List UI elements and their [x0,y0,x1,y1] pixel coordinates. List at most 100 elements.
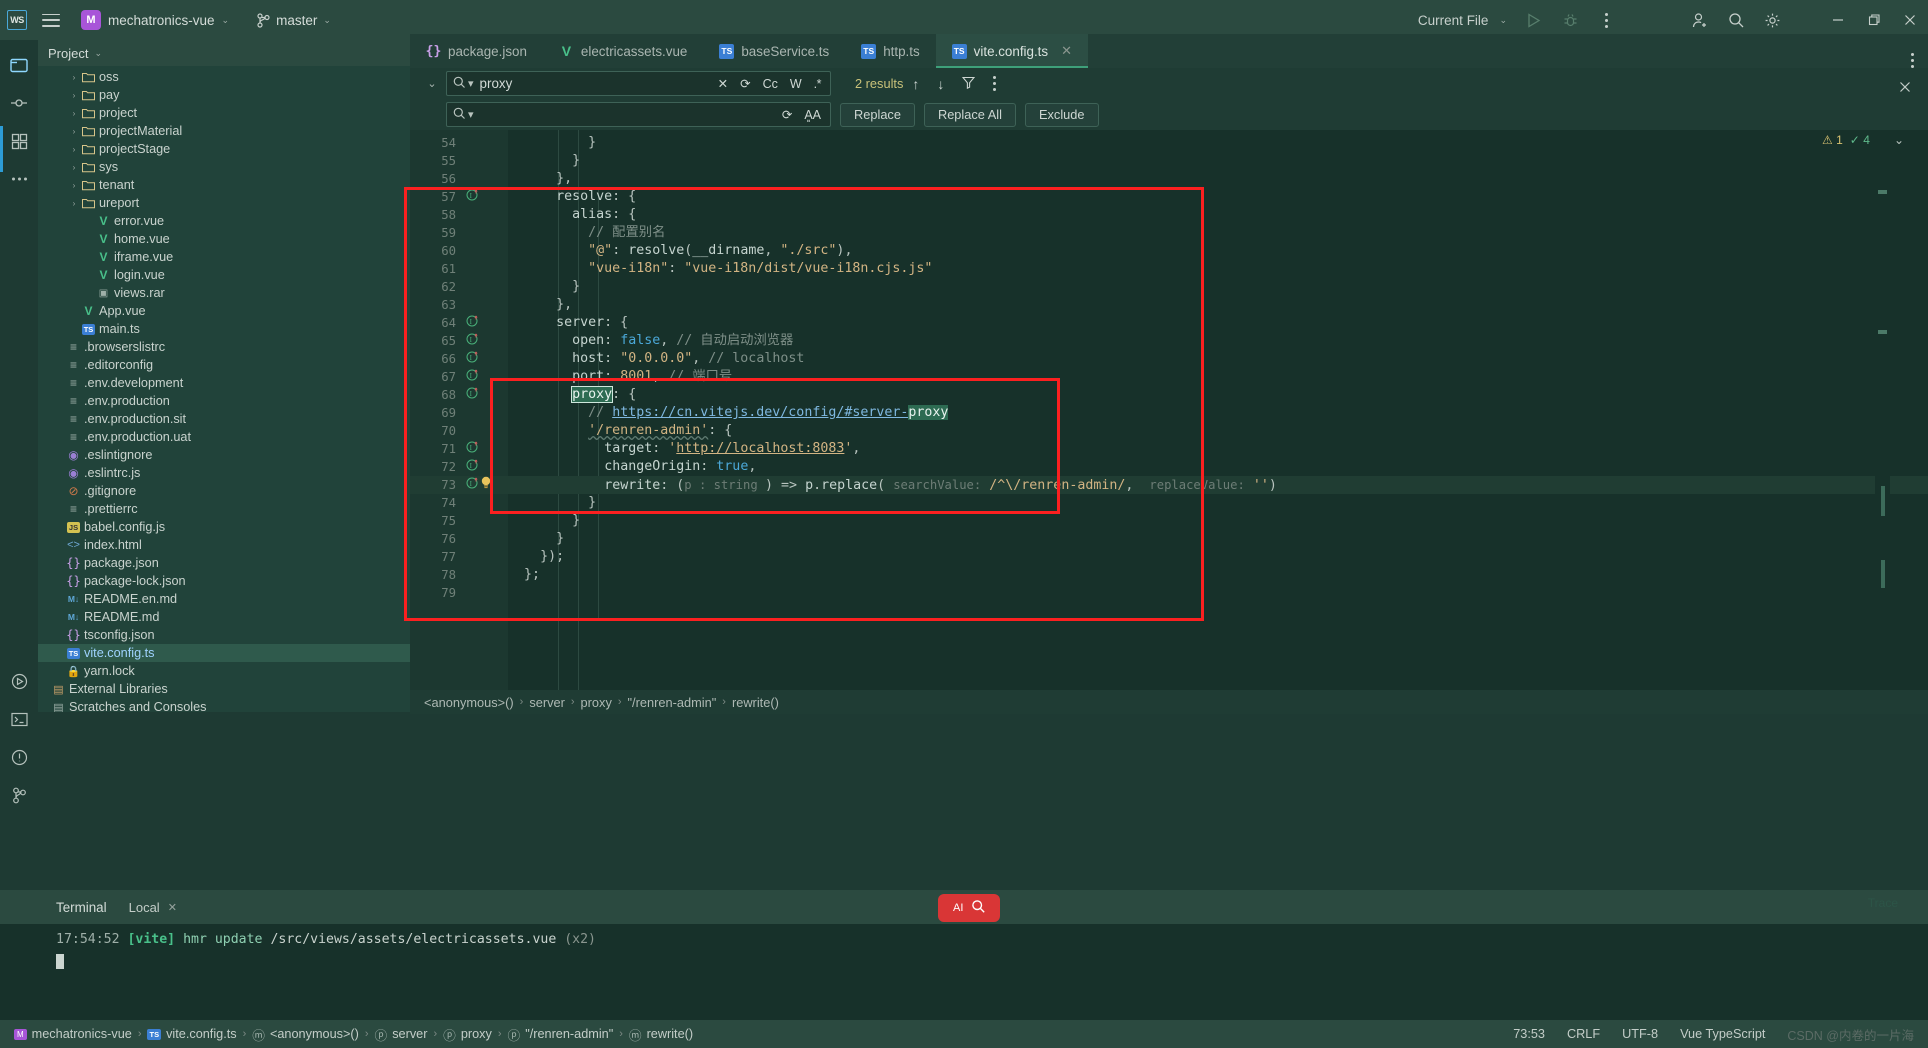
rail-problems-icon[interactable] [0,738,38,776]
tree-node--prettierrc[interactable]: ≡ .prettierrc [38,500,410,518]
tree-node-home-vue[interactable]: Vhome.vue [38,230,410,248]
caret-position[interactable]: 73:53 [1513,1027,1545,1041]
main-menu-hamburger-icon[interactable] [34,0,68,40]
rail-commit-icon[interactable] [0,84,38,122]
find-history-chevron-icon[interactable]: ▾ [468,77,474,90]
search-input[interactable] [479,76,709,91]
rail-git-icon[interactable] [0,776,38,814]
tree-expand-arrow[interactable]: › [68,109,80,118]
code-line[interactable]: }; [508,566,540,584]
close-find-panel-icon[interactable] [1898,80,1912,98]
status-breadcrumb-item[interactable]: Mmechatronics-vue [14,1027,132,1041]
tree-node-readme-en-md[interactable]: M↓ README.en.md [38,590,410,608]
breadcrumb-item[interactable]: "/renren-admin" [628,695,717,710]
code-line[interactable]: "vue-i18n": "vue-i18n/dist/vue-i18n.cjs.… [508,260,932,278]
tree-node-projectstage[interactable]: › projectStage [38,140,410,158]
status-breadcrumb-item[interactable]: ⓟ proxy [443,1025,492,1044]
find-magnifier-icon[interactable] [453,76,466,92]
find-more-options-icon[interactable] [984,76,1005,91]
tree-node-tsconfig-json[interactable]: {} tsconfig.json [38,626,410,644]
code-line[interactable]: // https://cn.vitejs.dev/config/#server-… [508,404,949,422]
code-line[interactable]: changeOrigin: true, [508,458,756,476]
rail-project-icon[interactable] [0,46,38,84]
match-case-toggle[interactable]: Cc [760,77,781,91]
tree-node-views-rar[interactable]: ▣ views.rar [38,284,410,302]
editor-breadcrumb[interactable]: <anonymous>() › server › proxy › "/renren-admi… [410,690,1928,714]
file-encoding[interactable]: UTF-8 [1622,1027,1658,1041]
tabs-more-icon[interactable] [1911,53,1928,68]
error-stripe[interactable] [1875,130,1890,690]
status-breadcrumb-item[interactable]: ⓟ server [375,1025,428,1044]
code-line[interactable]: } [508,134,596,152]
tree-node-ureport[interactable]: › ureport [38,194,410,212]
replace-input[interactable] [479,107,773,122]
tree-expand-arrow[interactable]: › [68,73,80,82]
ai-search-floating-buttons[interactable]: AI [938,894,1000,922]
editor-tab-http-ts[interactable]: TS http.ts [845,34,935,68]
code-line[interactable]: }, [508,296,572,314]
tree-expand-arrow[interactable]: › [68,163,80,172]
code-line[interactable]: rewrite: (p : string ) => p.replace( sea… [508,476,1277,495]
status-breadcrumb-item[interactable]: ⓜ rewrite() [629,1025,693,1044]
git-branch-selector[interactable]: master ⌄ [248,10,340,31]
project-selector[interactable]: M mechatronics-vue ⌄ [72,7,238,33]
code-line[interactable]: } [508,530,564,548]
code-line[interactable]: resolve: { [508,188,636,206]
line-separator[interactable]: CRLF [1567,1027,1600,1041]
tree-node-external-libraries[interactable]: ▤ External Libraries [38,680,410,698]
intention-bulb-icon[interactable] [478,476,494,494]
status-breadcrumb[interactable]: Mmechatronics-vue › TS vite.config.ts › ⓜ <ano… [14,1025,693,1044]
rail-structure-icon[interactable] [0,122,38,160]
tree-node-vite-config-ts[interactable]: TS vite.config.ts [38,644,410,662]
gutter-override-icon[interactable]: I [464,440,480,459]
code-line[interactable]: } [508,152,580,170]
tree-node-login-vue[interactable]: Vlogin.vue [38,266,410,284]
regex-history-icon[interactable]: ⟳ [737,76,753,91]
tree-node-sys[interactable]: › sys [38,158,410,176]
code-line[interactable]: }); [508,548,564,566]
tree-node-projectmaterial[interactable]: › projectMaterial [38,122,410,140]
code-line[interactable]: target: 'http://localhost:8083', [508,440,860,458]
tree-expand-arrow[interactable]: › [68,145,80,154]
tree-expand-arrow[interactable]: › [68,127,80,136]
tree-expand-arrow[interactable]: › [68,199,80,208]
code-line[interactable]: }, [508,170,572,188]
project-file-tree[interactable]: › oss › pay › project › projectMaterial › project… [38,66,410,712]
replace-button[interactable]: Replace [840,102,915,127]
editor-tab-package-json[interactable]: {} package.json [410,34,543,68]
tree-node--browserslistrc[interactable]: ≡ .browserslistrc [38,338,410,356]
gutter-override-icon[interactable]: I [464,188,480,207]
status-breadcrumb-item[interactable]: ⓜ <anonymous>() [252,1025,359,1044]
rail-terminal-icon[interactable] [0,700,38,738]
code-line[interactable]: proxy: { [508,386,636,404]
inspection-widget[interactable]: ⚠ 1 ✓ 4 ⌃ ⌄ [1822,133,1904,147]
project-pane-chevron-icon[interactable]: ⌄ [94,48,102,59]
code-line[interactable]: } [508,278,580,296]
ai-assistant-icon[interactable]: AI [952,899,967,917]
code-line[interactable]: "@": resolve(__dirname, "./src"), [508,242,852,260]
tree-node-package-lock-json[interactable]: {} package-lock.json [38,572,410,590]
replace-history-chevron-icon[interactable]: ▾ [468,108,474,121]
clear-search-icon[interactable]: ✕ [715,76,731,91]
tree-node--gitignore[interactable]: ⊘ .gitignore [38,482,410,500]
breadcrumb-item[interactable]: proxy [581,695,612,710]
tree-node-iframe-vue[interactable]: Viframe.vue [38,248,410,266]
inspection-chevron-down-icon[interactable]: ⌄ [1894,133,1904,147]
gutter-override-icon[interactable]: I [464,368,480,387]
code-line[interactable]: '/renren-admin': { [508,422,732,440]
filter-icon[interactable] [953,76,984,92]
tree-node--env-production[interactable]: ≡ .env.production [38,392,410,410]
gutter-override-icon[interactable]: I [464,386,480,405]
find-input-box[interactable]: ▾ ✕ ⟳ Cc W .* [446,71,831,96]
run-config-selector[interactable]: Current File ⌄ [1409,10,1516,31]
editor-tab-vite-config-ts[interactable]: TS vite.config.ts ✕ [935,34,1089,68]
tree-node-tenant[interactable]: › tenant [38,176,410,194]
regex-toggle[interactable]: .* [811,77,824,91]
tree-node-package-json[interactable]: {} package.json [38,554,410,572]
next-match-icon[interactable]: ↓ [928,76,953,92]
find-collapse-chevron-icon[interactable]: ⌄ [418,77,446,90]
breadcrumb-item[interactable]: server [529,695,565,710]
tree-node--env-development[interactable]: ≡ .env.development [38,374,410,392]
editor-tab-baseservice-ts[interactable]: TS baseService.ts [703,34,845,68]
exclude-button[interactable]: Exclude [1024,102,1099,127]
